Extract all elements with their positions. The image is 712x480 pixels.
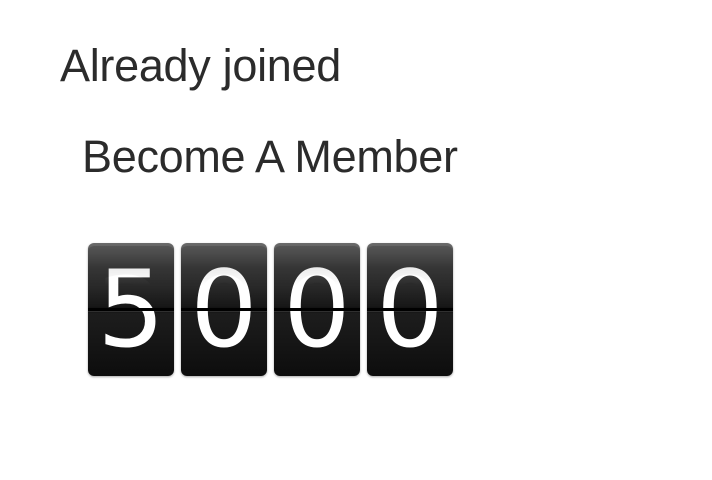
reflection-digit: 5	[97, 251, 165, 374]
reflection-digit: 0	[190, 251, 258, 374]
counter-reflection: 0	[367, 246, 453, 379]
become-member-heading: Become A Member	[82, 131, 458, 182]
counter-reflection: 0	[274, 246, 360, 379]
member-counter: 5 0 0 0 5 0 0 0	[88, 243, 456, 423]
counter-reflection: 5	[88, 246, 174, 379]
already-joined-heading: Already joined	[60, 40, 341, 91]
reflection-digit: 0	[283, 251, 351, 374]
counter-reflection: 0	[181, 246, 267, 379]
reflection-digit: 0	[376, 251, 444, 374]
